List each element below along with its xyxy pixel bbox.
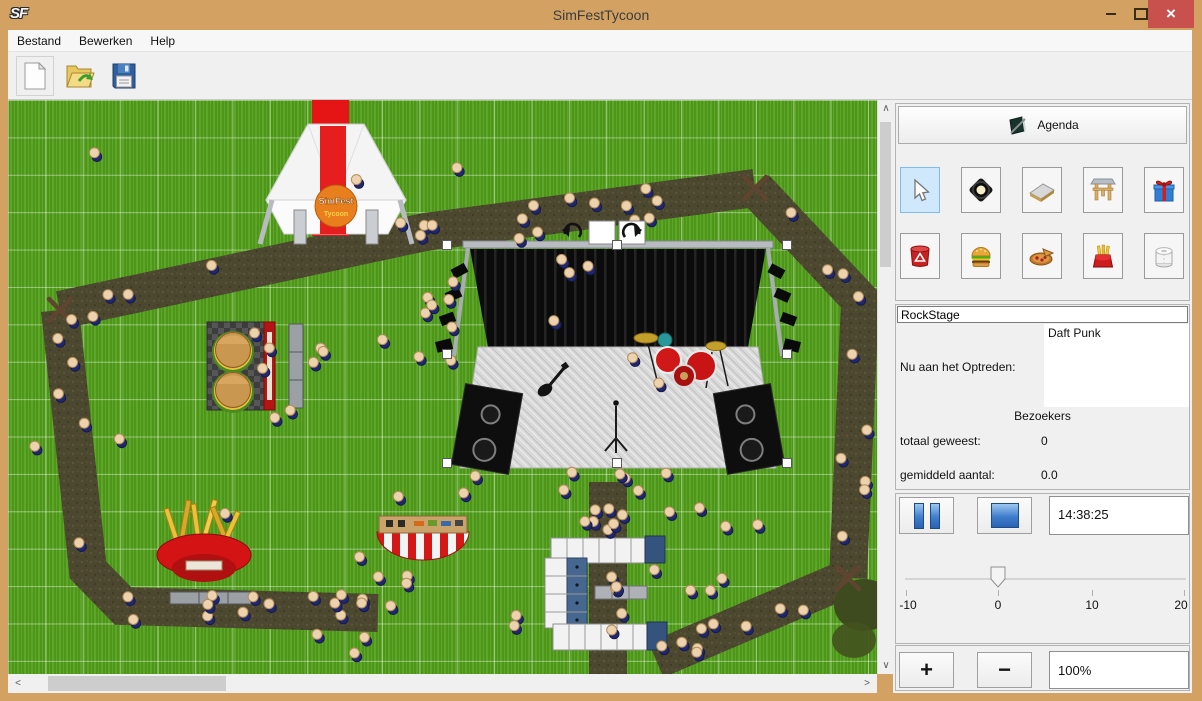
tool-stage-light-button[interactable] xyxy=(961,167,1001,213)
burger-icon xyxy=(967,242,995,270)
minimize-button[interactable] xyxy=(1096,0,1126,28)
now-performing-value: Daft Punk xyxy=(1048,326,1101,340)
menu-help[interactable]: Help xyxy=(141,34,184,48)
minus-icon: − xyxy=(998,660,1011,680)
maximize-icon xyxy=(1134,8,1148,20)
zoom-level-display[interactable]: 100% xyxy=(1049,651,1189,689)
close-button[interactable]: × xyxy=(1148,0,1194,28)
agenda-label: Agenda xyxy=(1037,118,1078,132)
gift-icon xyxy=(1150,176,1178,204)
pause-button[interactable] xyxy=(899,497,954,534)
agenda-button[interactable]: Agenda xyxy=(898,106,1187,144)
new-file-button[interactable] xyxy=(16,56,54,96)
stage[interactable] xyxy=(435,241,801,474)
stage-name-input[interactable] xyxy=(897,306,1188,323)
zoom-group: + − 100% xyxy=(895,645,1190,691)
total-visitors-label: totaal geweest: xyxy=(900,434,981,448)
zoom-in-button[interactable]: + xyxy=(899,652,954,688)
vertical-scrollbar[interactable]: ∧ ∨ xyxy=(877,100,893,674)
minimize-icon xyxy=(1106,13,1116,15)
playback-group: 14:38:25 -10 0 10 20 xyxy=(895,493,1190,644)
avg-visitors-value: 0.0 xyxy=(1041,468,1058,482)
cursor-icon xyxy=(906,176,934,204)
zoom-out-button[interactable]: − xyxy=(977,652,1032,688)
rotate-cw-button[interactable] xyxy=(619,221,645,244)
scroll-down-icon[interactable]: ∨ xyxy=(878,657,894,674)
bench-vertical[interactable] xyxy=(289,324,303,408)
menubar: Bestand Bewerken Help xyxy=(8,30,1192,52)
stop-icon xyxy=(991,503,1019,528)
tool-burger-button[interactable] xyxy=(961,233,1001,279)
avg-visitors-label: gemiddeld aantal: xyxy=(900,468,995,482)
fries-stand[interactable] xyxy=(157,499,251,582)
menu-bewerken[interactable]: Bewerken xyxy=(70,34,141,48)
speed-slider-track[interactable] xyxy=(905,578,1186,580)
menu-bestand[interactable]: Bestand xyxy=(8,34,70,48)
trash-can-icon xyxy=(906,242,934,270)
toolbar xyxy=(8,52,1192,100)
stop-button[interactable] xyxy=(977,497,1032,534)
tool-select-button[interactable] xyxy=(900,167,940,213)
scroll-right-icon[interactable]: > xyxy=(859,674,875,693)
speed-slider-thumb[interactable] xyxy=(990,566,1006,593)
burger-1 xyxy=(212,331,254,373)
tent-logo-badge xyxy=(315,185,357,227)
tool-trash-button[interactable] xyxy=(900,233,940,279)
stage-info-group: Nu aan het Optreden: Daft Punk Bezoekers… xyxy=(895,304,1190,490)
scroll-left-icon[interactable]: < xyxy=(10,674,26,693)
burger-2 xyxy=(212,371,254,413)
app-window: SF SimFestTycoon × Bestand Bewerken Help xyxy=(0,0,1202,701)
time-display[interactable]: 14:38:25 xyxy=(1049,496,1189,535)
stage-curtain xyxy=(470,249,766,347)
stage-light-icon xyxy=(967,176,995,204)
speed-tick-minus10: -10 xyxy=(899,598,916,612)
agenda-book-icon xyxy=(1006,114,1028,136)
fries-icon xyxy=(1089,242,1117,270)
horizontal-scrollbar[interactable]: < > xyxy=(8,674,877,693)
horizontal-scrollbar-thumb[interactable] xyxy=(48,676,226,691)
plus-icon: + xyxy=(920,660,933,680)
now-performing-label: Nu aan het Optreden: xyxy=(900,360,1015,374)
speed-tick-20: 20 xyxy=(1174,598,1187,612)
close-icon: × xyxy=(1166,4,1176,24)
slider-thumb-icon xyxy=(990,566,1006,588)
festival-map-canvas[interactable]: SimFest Tycoon xyxy=(8,100,877,674)
tool-fries-button[interactable] xyxy=(1083,233,1123,279)
map-scene: SimFest Tycoon xyxy=(8,100,877,674)
tool-gate-button[interactable] xyxy=(1083,167,1123,213)
scroll-up-icon[interactable]: ∧ xyxy=(878,100,894,117)
speed-tick-10: 10 xyxy=(1085,598,1098,612)
gate-icon xyxy=(1089,176,1117,204)
total-visitors-value: 0 xyxy=(1041,434,1048,448)
window-title: SimFestTycoon xyxy=(0,7,1202,23)
visitors-header: Bezoekers xyxy=(896,409,1189,423)
path-tile-icon xyxy=(1028,176,1056,204)
toilet-paper-icon xyxy=(1150,242,1178,270)
now-performing-list[interactable]: Daft Punk xyxy=(1044,324,1189,407)
vertical-scrollbar-thumb[interactable] xyxy=(880,122,891,267)
titlebar[interactable]: SF SimFestTycoon × xyxy=(0,0,1202,30)
new-file-icon xyxy=(22,61,48,91)
time-value: 14:38:25 xyxy=(1058,507,1109,522)
tool-pizza-button[interactable] xyxy=(1022,233,1062,279)
candy-stall[interactable] xyxy=(377,516,469,560)
save-file-icon xyxy=(110,61,138,91)
tool-gift-button[interactable] xyxy=(1144,167,1184,213)
tool-path-button[interactable] xyxy=(1022,167,1062,213)
tent-logo-text1: SimFest xyxy=(318,196,353,206)
open-file-button[interactable] xyxy=(62,57,98,95)
speed-tick-0: 0 xyxy=(995,598,1002,612)
entrance-tent[interactable]: SimFest Tycoon xyxy=(260,100,412,244)
tent-logo-text2: Tycoon xyxy=(324,211,348,218)
pizza-icon xyxy=(1028,242,1056,270)
open-file-icon xyxy=(65,61,95,91)
tool-toilet-paper-button[interactable] xyxy=(1144,233,1184,279)
side-panel: Agenda xyxy=(893,100,1192,693)
save-file-button[interactable] xyxy=(106,57,142,95)
pause-icon xyxy=(914,503,924,529)
zoom-level-value: 100% xyxy=(1058,663,1091,678)
tools-group: Agenda xyxy=(895,103,1190,301)
